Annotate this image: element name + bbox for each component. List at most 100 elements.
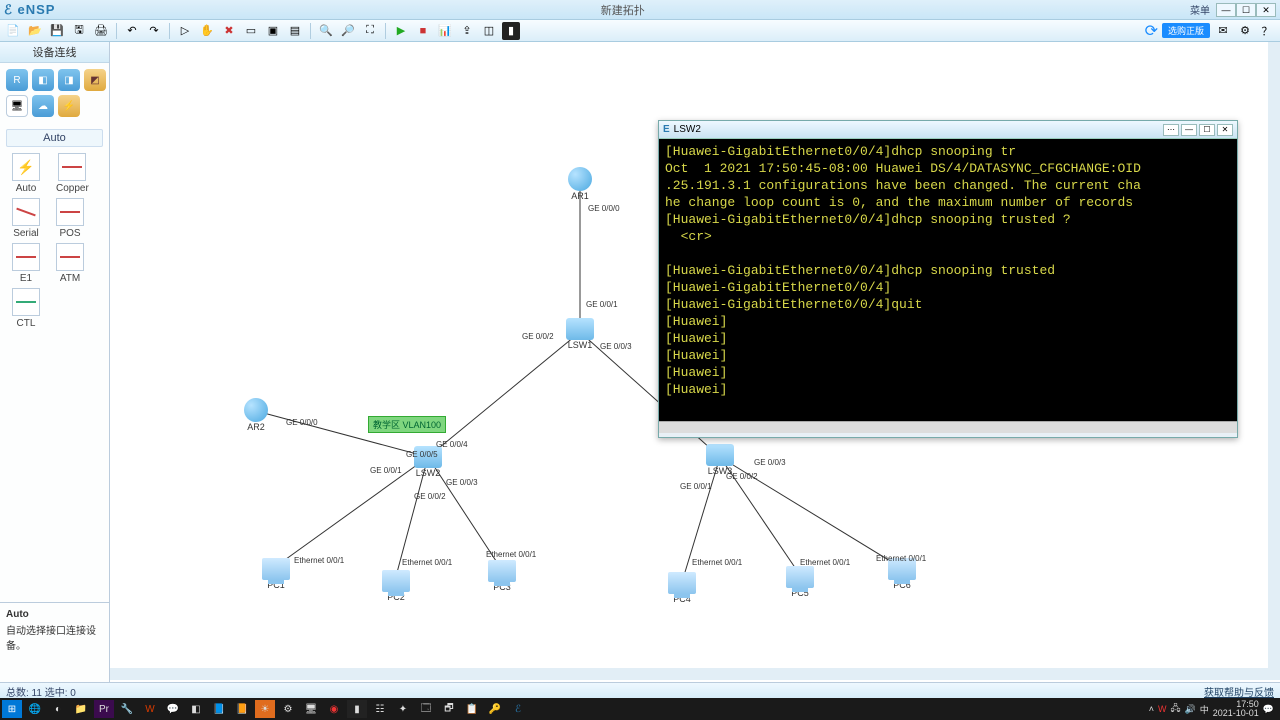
conn-pos[interactable]: POS [56,198,84,239]
export-icon[interactable]: ⇪ [458,22,476,40]
canvas-hscrollbar[interactable] [110,668,1268,680]
topology-canvas[interactable]: AR1 GE 0/0/0 LSW1 GE 0/0/1 GE 0/0/2 GE 0… [110,42,1280,682]
terminal-titlebar[interactable]: ELSW2 ⋯ — ☐ ✕ [659,121,1237,139]
conn-serial[interactable]: Serial [12,198,40,239]
tb-app10-icon[interactable]: ☷ [370,700,390,718]
tb-ensp-icon[interactable]: ℰ [508,700,528,718]
term-extra-button[interactable]: ⋯ [1163,124,1179,136]
tray-ime-icon[interactable]: W [1158,704,1167,714]
tb-app4-icon[interactable]: 📘 [209,700,229,718]
tb-app6-icon[interactable]: ☀ [255,700,275,718]
tb-app12-icon[interactable]: 🗔 [416,700,436,718]
delete-icon[interactable]: ✖ [220,22,238,40]
conn-copper[interactable]: Copper [56,153,89,194]
conn-atm[interactable]: ATM [56,243,84,284]
term-close-button[interactable]: ✕ [1217,124,1233,136]
tb-app5-icon[interactable]: 📙 [232,700,252,718]
zoomin-icon[interactable]: 🔍 [317,22,335,40]
close-button[interactable]: ✕ [1256,3,1276,17]
tray-lang-icon[interactable]: 中 [1200,703,1209,716]
new-icon[interactable]: 📄 [4,22,22,40]
cli-icon[interactable]: ▮ [502,22,520,40]
windows-taskbar[interactable]: ⊞ 🌐 ◐ 📁 Pr 🔧 W 💬 ◧ 📘 📙 ☀ ⚙ 🖥 ◉ ▮ ☷ ✦ 🗔 🗗… [0,698,1280,720]
save-icon[interactable]: 💾 [48,22,66,40]
node-ar2[interactable]: AR2 [244,398,268,432]
switch-device-icon[interactable]: ◧ [32,69,54,91]
tb-app2-icon[interactable]: 🔧 [117,700,137,718]
print-icon[interactable]: 🖨 [92,22,110,40]
tb-app11-icon[interactable]: ✦ [393,700,413,718]
purchase-badge[interactable]: 选购正版 [1162,23,1210,38]
tray-net-icon[interactable]: 🖧 [1170,701,1180,717]
term-min-button[interactable]: — [1181,124,1197,136]
node-pc5[interactable]: PC5 [786,566,814,598]
fw-device-icon[interactable]: ◩ [84,69,106,91]
menu-dropdown[interactable]: 菜单 [1190,2,1210,17]
hand-icon[interactable]: ✋ [198,22,216,40]
terminal-hscrollbar[interactable] [659,421,1237,433]
stop-icon[interactable]: ■ [414,22,432,40]
node-pc2[interactable]: PC2 [382,570,410,602]
tool1-icon[interactable]: ▣ [264,22,282,40]
term-max-button[interactable]: ☐ [1199,124,1215,136]
tb-app1-icon[interactable]: ◐ [48,700,68,718]
router-device-icon[interactable]: R [6,69,28,91]
conn-auto[interactable]: ⚡Auto [12,153,40,194]
start-button[interactable]: ⊞ [2,700,22,718]
node-pc4[interactable]: PC4 [668,572,696,604]
play-icon[interactable]: ▷ [176,22,194,40]
main-area: 设备连线 R ◧ ◨ ◩ 🖥 ☁ ⚡ Auto ⚡Auto Copper Ser… [0,42,1280,682]
tb-app13-icon[interactable]: 🗗 [439,700,459,718]
conn-e1[interactable]: E1 [12,243,40,284]
status-help-link[interactable]: 获取帮助与反馈 [1204,684,1274,699]
undo-icon[interactable]: ↶ [123,22,141,40]
select-icon[interactable]: ▭ [242,22,260,40]
document-title: 新建拓扑 [55,2,1190,18]
tool2-icon[interactable]: ▤ [286,22,304,40]
tb-app3-icon[interactable]: ◧ [186,700,206,718]
node-lsw1[interactable]: LSW1 [566,318,594,350]
tb-edge-icon[interactable]: 🌐 [25,700,45,718]
canvas-vscrollbar[interactable] [1268,42,1280,680]
inbox-icon[interactable]: ✉ [1214,22,1232,40]
redo-icon[interactable]: ↷ [145,22,163,40]
maximize-button[interactable]: ☐ [1236,3,1256,17]
tray-up-icon[interactable]: ˄ [1149,704,1154,714]
tray-date: 2021-10-01 [1213,709,1259,718]
gear-icon[interactable]: ⚙ [1236,22,1254,40]
fit-icon[interactable]: ⛶ [361,22,379,40]
node-pc1[interactable]: PC1 [262,558,290,590]
minimize-button[interactable]: — [1216,3,1236,17]
tray-notif-icon[interactable]: 💬 [1263,704,1274,715]
cloud-device-icon[interactable]: ☁ [32,95,54,117]
open-icon[interactable]: 📂 [26,22,44,40]
tb-pr-icon[interactable]: Pr [94,700,114,718]
start-icon[interactable]: ▶ [392,22,410,40]
terminal-window[interactable]: ELSW2 ⋯ — ☐ ✕ [Huawei-GigabitEthernet0/0… [658,120,1238,438]
tb-app9-icon[interactable]: ◉ [324,700,344,718]
system-tray[interactable]: ˄ W 🖧 🔊 中 17:50 2021-10-01 💬 [1149,700,1278,718]
tb-explorer-icon[interactable]: 📁 [71,700,91,718]
device-palette: R ◧ ◨ ◩ 🖥 ☁ ⚡ [0,63,109,123]
tb-app14-icon[interactable]: 📋 [462,700,482,718]
pc-device-icon[interactable]: 🖥 [6,95,28,117]
tb-word-icon[interactable]: W [140,700,160,718]
tb-app15-icon[interactable]: 🔑 [485,700,505,718]
saveas-icon[interactable]: 🖫 [70,22,88,40]
terminal-output[interactable]: [Huawei-GigabitEthernet0/0/4]dhcp snoopi… [659,139,1237,421]
tb-cmd-icon[interactable]: ▮ [347,700,367,718]
help-icon[interactable]: ？ [1258,22,1276,40]
wlan-device-icon[interactable]: ◨ [58,69,80,91]
conn-ctl[interactable]: CTL [12,288,40,329]
tray-vol-icon[interactable]: 🔊 [1185,704,1196,715]
node-pc3[interactable]: PC3 [488,560,516,592]
tb-app7-icon[interactable]: ⚙ [278,700,298,718]
window-icon[interactable]: ◫ [480,22,498,40]
conn-device-icon[interactable]: ⚡ [58,95,80,117]
tb-app8-icon[interactable]: 🖥 [301,700,321,718]
tb-wechat-icon[interactable]: 💬 [163,700,183,718]
zoomout-icon[interactable]: 🔎 [339,22,357,40]
node-ar1[interactable]: AR1 [568,167,592,201]
capture-icon[interactable]: 📊 [436,22,454,40]
app-logo: ℰ eNSP [4,2,55,18]
